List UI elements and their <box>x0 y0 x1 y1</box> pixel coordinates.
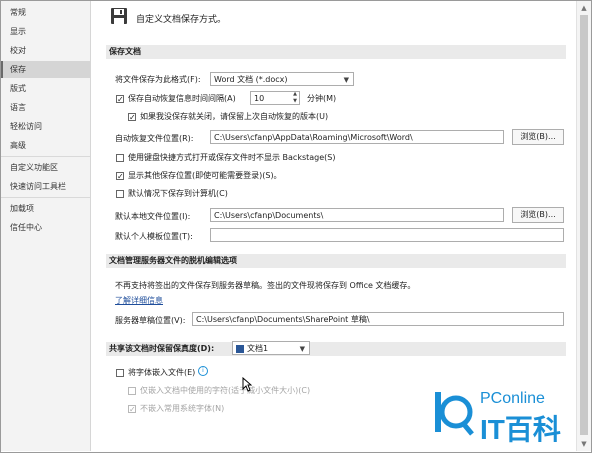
offline-notice: 不再支持将签出的文件保存到服务器草稿。签出的文件现将保存到 Office 文档缓… <box>115 281 416 290</box>
sidebar-item-addins[interactable]: 加载项 <box>1 200 90 217</box>
pconline-watermark: PConline IT百科 <box>432 388 582 448</box>
sidebar-item-save[interactable]: 保存 <box>1 61 90 78</box>
show-other-locations-label: 显示其他保存位置(即使可能需要登录)(S)。 <box>128 171 282 180</box>
sidebar-item-trust-center[interactable]: 信任中心 <box>1 219 90 236</box>
autorecover-location-input[interactable]: C:\Users\cfanp\AppData\Roaming\Microsoft… <box>210 130 504 144</box>
minutes-label: 分钟(M) <box>307 94 337 103</box>
embed-fonts-label: 将字体嵌入文件(E) <box>128 368 196 377</box>
sidebar-item-display[interactable]: 显示 <box>1 23 90 40</box>
sidebar-item-accessibility[interactable]: 轻松访问 <box>1 118 90 135</box>
no-backstage-checkbox[interactable] <box>116 154 124 162</box>
default-local-label: 默认本地文件位置(I): <box>115 212 191 221</box>
sidebar-item-general[interactable]: 常规 <box>1 4 90 21</box>
sidebar-divider <box>1 156 90 157</box>
sidebar-item-customize-ribbon[interactable]: 自定义功能区 <box>1 159 90 176</box>
watermark-brand2: IT百科 <box>480 414 561 445</box>
fidelity-section-title: 共享该文档时保留保真度(D): <box>109 344 215 353</box>
show-other-locations-checkbox[interactable]: ✓ <box>116 172 124 181</box>
server-drafts-input[interactable]: C:\Users\cfanp\Documents\SharePoint 草稿\ <box>192 312 564 326</box>
sidebar-item-proofing[interactable]: 校对 <box>1 42 90 59</box>
save-disk-icon <box>110 7 128 27</box>
section-offline-editing: 文档管理服务器文件的脱机编辑选项 <box>106 254 566 268</box>
keep-last-version-label: 如果我没保存就关闭，请保留上次自动恢复的版本(U) <box>140 112 329 121</box>
save-to-computer-label: 默认情况下保存到计算机(C) <box>128 189 228 198</box>
fidelity-document-value: 文档1 <box>247 344 269 353</box>
browse-default-local-button[interactable]: 浏览(B)... <box>512 207 564 223</box>
keep-last-version-checkbox[interactable]: ✓ <box>128 113 136 122</box>
format-label: 将文件保存为此格式(F): <box>115 75 201 84</box>
default-template-input[interactable] <box>210 228 564 242</box>
chevron-down-icon: ▼ <box>299 345 305 353</box>
pconline-logo-icon <box>435 392 474 436</box>
section-save-documents: 保存文档 <box>106 45 566 59</box>
default-template-label: 默认个人模板位置(T): <box>115 232 193 241</box>
chevron-down-icon: ▼ <box>343 76 349 84</box>
default-local-input[interactable]: C:\Users\cfanp\Documents\ <box>210 208 504 222</box>
format-select[interactable]: Word 文档 (*.docx) ▼ <box>210 72 354 86</box>
autorecover-label: 保存自动恢复信息时间间隔(A) <box>128 94 236 103</box>
mouse-cursor-icon <box>242 376 253 394</box>
embed-fonts-checkbox[interactable] <box>116 369 124 377</box>
embed-used-chars-label: 仅嵌入文档中使用的字符(适于减小文件大小)(C) <box>140 386 311 395</box>
vertical-scrollbar[interactable]: ▲ ▼ <box>576 1 591 451</box>
embed-used-chars-checkbox[interactable] <box>128 387 136 395</box>
save-to-computer-checkbox[interactable] <box>116 190 124 198</box>
fidelity-document-select[interactable]: 文档1 ▼ <box>232 341 310 355</box>
no-backstage-label: 使用键盘快捷方式打开或保存文件时不显示 Backstage(S) <box>128 153 336 162</box>
autorecover-minutes-input[interactable]: 10 ▲ ▼ <box>250 91 300 105</box>
sidebar-item-advanced[interactable]: 高级 <box>1 137 90 154</box>
server-drafts-label: 服务器草稿位置(V): <box>115 316 186 325</box>
page-title: 自定义文档保存方式。 <box>136 15 227 25</box>
format-value: Word 文档 (*.docx) <box>214 75 288 84</box>
no-common-fonts-label: 不嵌入常用系统字体(N) <box>140 404 225 413</box>
info-icon[interactable]: i <box>198 366 208 376</box>
sidebar-divider <box>1 197 90 198</box>
learn-more-link[interactable]: 了解详细信息 <box>115 295 163 306</box>
sidebar-item-quick-access-toolbar[interactable]: 快速访问工具栏 <box>1 178 90 195</box>
watermark-brand: PConline <box>480 390 545 407</box>
options-sidebar: 常规 显示 校对 保存 版式 语言 轻松访问 高级 自定义功能区 快速访问工具栏… <box>1 1 91 451</box>
sidebar-item-language[interactable]: 语言 <box>1 99 90 116</box>
spinner-arrows-icon[interactable]: ▲ ▼ <box>293 92 297 104</box>
autorecover-location-label: 自动恢复文件位置(R): <box>115 134 194 143</box>
word-doc-icon <box>236 344 244 353</box>
save-options-panel: 自定义文档保存方式。 保存文档 将文件保存为此格式(F): Word 文档 (*… <box>92 1 576 451</box>
autorecover-checkbox[interactable]: ✓ <box>116 95 124 104</box>
scrollbar-thumb[interactable] <box>580 15 588 435</box>
sidebar-item-layout[interactable]: 版式 <box>1 80 90 97</box>
browse-autorecover-button[interactable]: 浏览(B)... <box>512 129 564 145</box>
section-fidelity: 共享该文档时保留保真度(D): <box>106 342 566 356</box>
autorecover-minutes-value: 10 <box>254 94 265 103</box>
scroll-up-icon[interactable]: ▲ <box>579 3 589 13</box>
no-common-fonts-checkbox[interactable]: ✓ <box>128 405 136 414</box>
